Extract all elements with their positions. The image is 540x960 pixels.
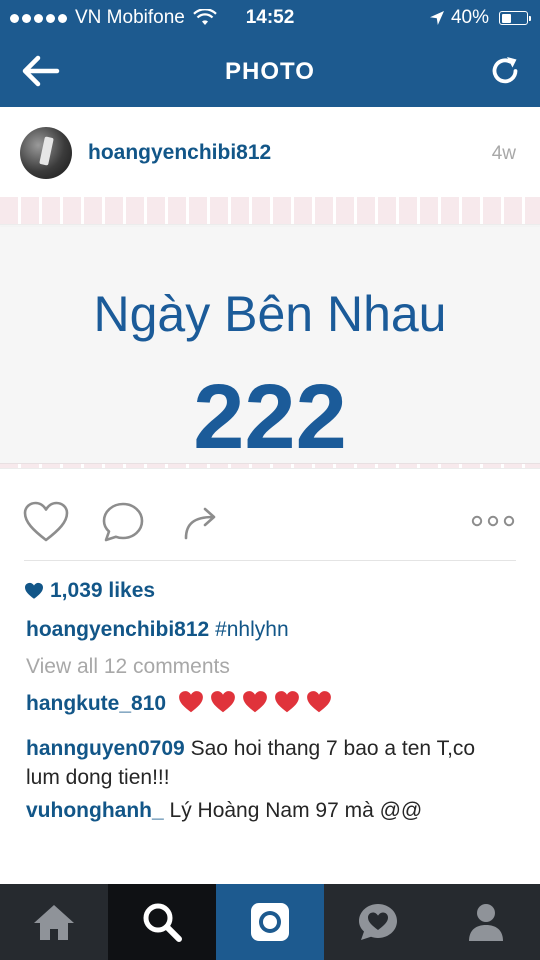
- photo-title-text: Ngày Bên Nhau: [93, 286, 447, 342]
- likes-count[interactable]: 1,039 likes: [24, 579, 155, 603]
- comment-username[interactable]: hannguyen0709: [26, 737, 185, 760]
- app-header: VN Mobifone 14:52 40% PHOTO: [0, 0, 540, 107]
- share-button[interactable]: [180, 500, 222, 549]
- caption-hashtag[interactable]: #nhlyhn: [215, 618, 289, 641]
- photo-decor-strip: [0, 197, 540, 225]
- heart-filled-icon: [25, 582, 43, 599]
- red-heart-emoji-icon: [210, 691, 235, 713]
- nav-bar: PHOTO: [0, 36, 540, 107]
- post-photo[interactable]: Ngày Bên Nhau 222: [0, 197, 540, 469]
- tab-search[interactable]: [108, 884, 216, 960]
- more-options-button[interactable]: [470, 514, 516, 533]
- comment-text: Lý Hoàng Nam 97 mà @@: [169, 799, 423, 822]
- bottom-tab-bar: [0, 884, 540, 960]
- more-dots-icon: [471, 515, 515, 527]
- activity-heart-icon: [359, 904, 397, 940]
- photo-card: Ngày Bên Nhau 222: [0, 227, 540, 468]
- post-header: hoangyenchibi812 4w: [0, 107, 540, 197]
- actions-divider: [24, 560, 516, 561]
- tab-activity[interactable]: [324, 884, 432, 960]
- photo-decor-strip-bottom: [0, 463, 540, 469]
- share-arrow-icon: [184, 507, 216, 540]
- location-arrow-icon: [429, 11, 444, 25]
- status-bar: VN Mobifone 14:52 40%: [0, 0, 540, 36]
- photo-day-count: 222: [193, 366, 347, 468]
- red-heart-emoji-icon: [242, 691, 267, 713]
- search-icon: [143, 903, 182, 942]
- heart-outline-icon: [23, 501, 69, 542]
- comment-username[interactable]: vuhonghanh_: [26, 799, 164, 822]
- status-right: 40%: [429, 7, 531, 29]
- view-all-comments-link[interactable]: View all 12 comments: [26, 655, 230, 679]
- refresh-icon: [492, 57, 518, 84]
- tab-profile[interactable]: [432, 884, 540, 960]
- comment-row: hannguyen0709 Sao hoi thang 7 bao a ten …: [26, 734, 506, 792]
- battery-percent: 40%: [450, 7, 489, 28]
- comment-row: hangkute_810: [26, 689, 506, 718]
- battery-icon: [499, 11, 531, 25]
- comment-hearts: [178, 690, 332, 714]
- comment-username[interactable]: hangkute_810: [26, 692, 166, 715]
- comment-bubble-icon: [102, 502, 144, 542]
- tab-home[interactable]: [0, 884, 108, 960]
- red-heart-emoji-icon: [178, 691, 203, 713]
- post-time: 4w: [491, 143, 516, 164]
- refresh-button[interactable]: [488, 54, 522, 88]
- post-caption: hoangyenchibi812 #nhlyhn: [26, 618, 289, 642]
- home-icon: [34, 905, 74, 940]
- camera-icon: [251, 903, 289, 941]
- comment-row: vuhonghanh_ Lý Hoàng Nam 97 mà @@: [26, 796, 506, 825]
- post-username[interactable]: hoangyenchibi812: [88, 141, 271, 165]
- likes-label: 1,039 likes: [50, 579, 156, 602]
- like-button[interactable]: [22, 500, 70, 549]
- profile-icon: [469, 904, 503, 941]
- comment-button[interactable]: [100, 500, 146, 549]
- page-title: PHOTO: [225, 58, 315, 85]
- red-heart-emoji-icon: [306, 691, 331, 713]
- post-actions: [0, 490, 540, 556]
- caption-username[interactable]: hoangyenchibi812: [26, 618, 209, 641]
- red-heart-emoji-icon: [274, 691, 299, 713]
- battery-fill: [501, 13, 511, 23]
- avatar[interactable]: [20, 127, 72, 179]
- tab-camera[interactable]: [216, 884, 324, 960]
